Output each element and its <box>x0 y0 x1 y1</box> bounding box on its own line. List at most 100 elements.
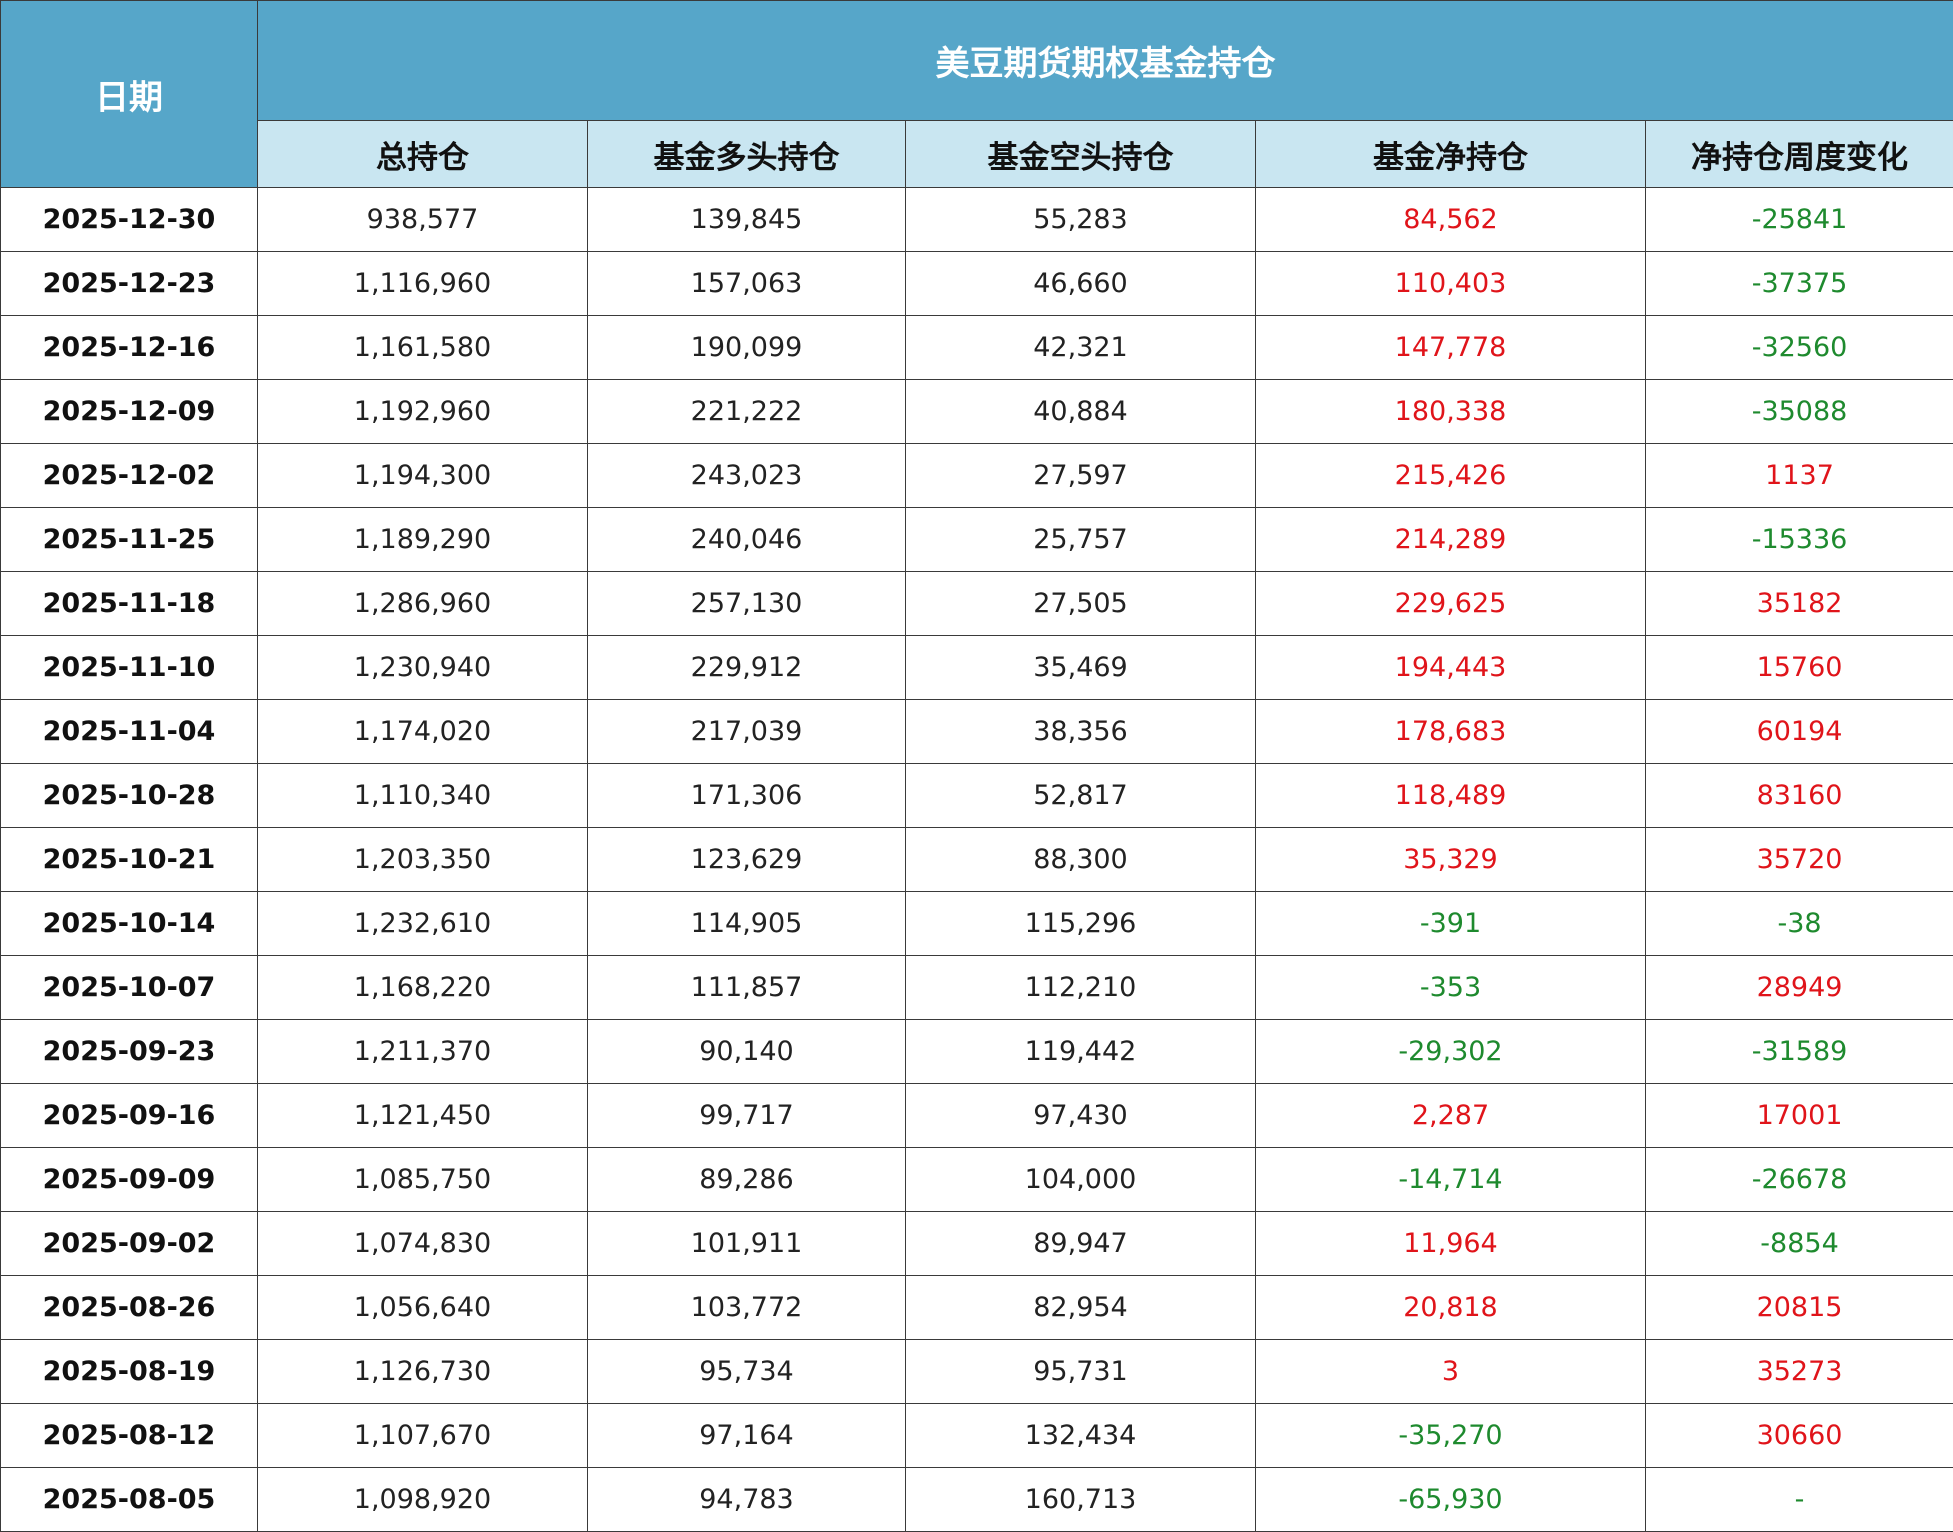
weekly-change-cell: -15336 <box>1646 508 1953 572</box>
weekly-change-cell: 15760 <box>1646 636 1953 700</box>
table-row: 2025-10-211,203,350123,62988,30035,32935… <box>1 828 1953 892</box>
short-cell: 119,442 <box>906 1020 1256 1084</box>
table-row: 2025-12-161,161,580190,09942,321147,778-… <box>1 316 1953 380</box>
weekly-change-cell: 30660 <box>1646 1404 1953 1468</box>
long-cell: 94,783 <box>588 1468 906 1532</box>
table-row: 2025-08-191,126,73095,73495,731335273 <box>1 1340 1953 1404</box>
date-cell: 2025-08-26 <box>1 1276 258 1340</box>
short-cell: 35,469 <box>906 636 1256 700</box>
table-body: 2025-12-30938,577139,84555,28384,562-258… <box>1 188 1953 1532</box>
short-cell: 88,300 <box>906 828 1256 892</box>
date-cell: 2025-09-09 <box>1 1148 258 1212</box>
total-cell: 1,192,960 <box>258 380 588 444</box>
long-cell: 95,734 <box>588 1340 906 1404</box>
total-cell: 1,230,940 <box>258 636 588 700</box>
table-row: 2025-12-30938,577139,84555,28384,562-258… <box>1 188 1953 252</box>
long-cell: 114,905 <box>588 892 906 956</box>
long-cell: 240,046 <box>588 508 906 572</box>
net-cell: 178,683 <box>1256 700 1646 764</box>
weekly-change-cell: -35088 <box>1646 380 1953 444</box>
weekly-change-cell: 20815 <box>1646 1276 1953 1340</box>
column-header-net: 基金净持仓 <box>1256 121 1646 188</box>
long-cell: 171,306 <box>588 764 906 828</box>
long-cell: 221,222 <box>588 380 906 444</box>
date-cell: 2025-09-23 <box>1 1020 258 1084</box>
table-row: 2025-11-251,189,290240,04625,757214,289-… <box>1 508 1953 572</box>
weekly-change-cell: 1137 <box>1646 444 1953 508</box>
weekly-change-cell: 60194 <box>1646 700 1953 764</box>
short-cell: 132,434 <box>906 1404 1256 1468</box>
weekly-change-cell: 35273 <box>1646 1340 1953 1404</box>
column-header-row: 总持仓 基金多头持仓 基金空头持仓 基金净持仓 净持仓周度变化 <box>1 121 1953 188</box>
weekly-change-cell: 17001 <box>1646 1084 1953 1148</box>
weekly-change-cell: 35182 <box>1646 572 1953 636</box>
net-cell: 110,403 <box>1256 252 1646 316</box>
short-cell: 38,356 <box>906 700 1256 764</box>
net-cell: 180,338 <box>1256 380 1646 444</box>
long-cell: 157,063 <box>588 252 906 316</box>
weekly-change-cell: 35720 <box>1646 828 1953 892</box>
short-cell: 40,884 <box>906 380 1256 444</box>
long-cell: 111,857 <box>588 956 906 1020</box>
short-cell: 112,210 <box>906 956 1256 1020</box>
long-cell: 103,772 <box>588 1276 906 1340</box>
table-row: 2025-08-121,107,67097,164132,434-35,2703… <box>1 1404 1953 1468</box>
net-cell: 11,964 <box>1256 1212 1646 1276</box>
positions-table-wrapper: 日期 美豆期货期权基金持仓 总持仓 基金多头持仓 基金空头持仓 基金净持仓 净持… <box>0 0 1953 1531</box>
total-cell: 1,174,020 <box>258 700 588 764</box>
weekly-change-cell: - <box>1646 1468 1953 1532</box>
table-title: 美豆期货期权基金持仓 <box>258 1 1953 121</box>
table-row: 2025-11-181,286,960257,13027,505229,6253… <box>1 572 1953 636</box>
long-cell: 89,286 <box>588 1148 906 1212</box>
total-cell: 1,211,370 <box>258 1020 588 1084</box>
long-cell: 97,164 <box>588 1404 906 1468</box>
short-cell: 42,321 <box>906 316 1256 380</box>
total-cell: 1,189,290 <box>258 508 588 572</box>
total-cell: 1,098,920 <box>258 1468 588 1532</box>
date-cell: 2025-10-14 <box>1 892 258 956</box>
short-cell: 95,731 <box>906 1340 1256 1404</box>
short-cell: 104,000 <box>906 1148 1256 1212</box>
table-row: 2025-10-141,232,610114,905115,296-391-38 <box>1 892 1953 956</box>
weekly-change-cell: -32560 <box>1646 316 1953 380</box>
net-cell: 118,489 <box>1256 764 1646 828</box>
date-cell: 2025-09-16 <box>1 1084 258 1148</box>
table-row: 2025-08-261,056,640103,77282,95420,81820… <box>1 1276 1953 1340</box>
weekly-change-cell: -26678 <box>1646 1148 1953 1212</box>
date-cell: 2025-08-12 <box>1 1404 258 1468</box>
net-cell: 215,426 <box>1256 444 1646 508</box>
total-cell: 1,286,960 <box>258 572 588 636</box>
date-cell: 2025-11-18 <box>1 572 258 636</box>
total-cell: 1,110,340 <box>258 764 588 828</box>
table-row: 2025-09-091,085,75089,286104,000-14,714-… <box>1 1148 1953 1212</box>
long-cell: 139,845 <box>588 188 906 252</box>
short-cell: 97,430 <box>906 1084 1256 1148</box>
table-row: 2025-12-091,192,960221,22240,884180,338-… <box>1 380 1953 444</box>
short-cell: 25,757 <box>906 508 1256 572</box>
short-cell: 160,713 <box>906 1468 1256 1532</box>
date-column-header: 日期 <box>1 1 258 188</box>
table-row: 2025-09-021,074,830101,91189,94711,964-8… <box>1 1212 1953 1276</box>
table-row: 2025-11-041,174,020217,03938,356178,6836… <box>1 700 1953 764</box>
short-cell: 55,283 <box>906 188 1256 252</box>
table-row: 2025-08-051,098,92094,783160,713-65,930- <box>1 1468 1953 1532</box>
table-row: 2025-12-021,194,300243,02327,597215,4261… <box>1 444 1953 508</box>
net-cell: 194,443 <box>1256 636 1646 700</box>
long-cell: 229,912 <box>588 636 906 700</box>
net-cell: -391 <box>1256 892 1646 956</box>
long-cell: 217,039 <box>588 700 906 764</box>
weekly-change-cell: -38 <box>1646 892 1953 956</box>
weekly-change-cell: -31589 <box>1646 1020 1953 1084</box>
long-cell: 123,629 <box>588 828 906 892</box>
total-cell: 1,161,580 <box>258 316 588 380</box>
column-header-short: 基金空头持仓 <box>906 121 1256 188</box>
short-cell: 27,597 <box>906 444 1256 508</box>
date-cell: 2025-08-05 <box>1 1468 258 1532</box>
table-row: 2025-09-231,211,37090,140119,442-29,302-… <box>1 1020 1953 1084</box>
net-cell: 20,818 <box>1256 1276 1646 1340</box>
long-cell: 99,717 <box>588 1084 906 1148</box>
short-cell: 52,817 <box>906 764 1256 828</box>
total-cell: 1,107,670 <box>258 1404 588 1468</box>
net-cell: 229,625 <box>1256 572 1646 636</box>
total-cell: 1,116,960 <box>258 252 588 316</box>
